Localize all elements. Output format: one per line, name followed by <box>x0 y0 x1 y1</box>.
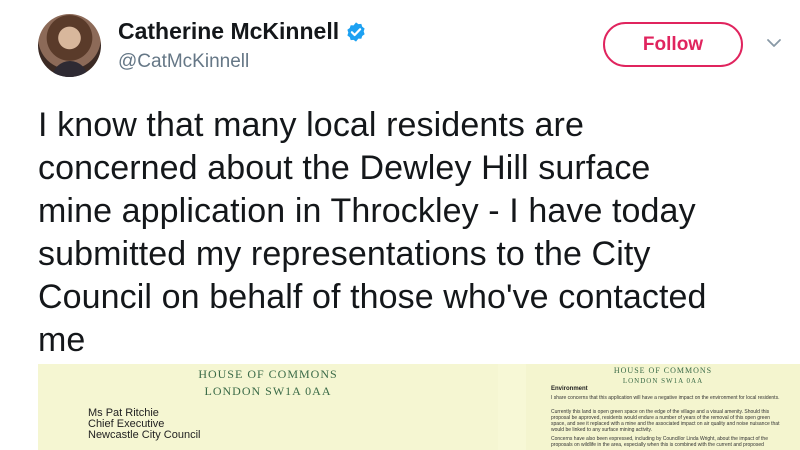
display-name[interactable]: Catherine McKinnell <box>118 18 339 45</box>
user-info[interactable]: Catherine McKinnell @CatMcKinnell <box>118 18 367 73</box>
recipient-address: Ms Pat Ritchie Chief Executive Newcastle… <box>88 408 200 441</box>
letter-paragraph: Currently this land is open green space … <box>551 409 780 433</box>
tweet-header: Catherine McKinnell @CatMcKinnell Follow <box>38 12 788 82</box>
letter-paragraph: I share concerns that this application w… <box>551 395 780 401</box>
letter-page-right: HOUSE OF COMMONS LONDON SW1A 0AA Environ… <box>526 364 800 450</box>
tweet-text-line: Council on behalf of those who've contac… <box>38 278 707 316</box>
tweet-media-image[interactable]: HOUSE OF COMMONS LONDON SW1A 0AA Ms Pat … <box>38 364 800 450</box>
tweet-text-line: me <box>38 321 86 359</box>
tweet-text-line: concerned about the Dewley Hill surface <box>38 149 651 187</box>
tweet-text: I know that many local residents are con… <box>38 104 798 362</box>
letter-page-left: HOUSE OF COMMONS LONDON SW1A 0AA Ms Pat … <box>38 364 498 450</box>
chevron-down-icon[interactable] <box>766 36 782 50</box>
letter-paragraph: Concerns have also been expressed, inclu… <box>551 436 768 448</box>
avatar[interactable] <box>38 14 101 77</box>
letterhead-address: LONDON SW1A 0AA <box>204 384 332 398</box>
letterhead-title: HOUSE OF COMMONS <box>198 367 338 381</box>
section-heading: Environment <box>551 386 588 392</box>
letterhead-title: HOUSE OF COMMONS <box>613 366 713 375</box>
tweet-text-line: mine application in Throckley - I have t… <box>38 192 696 230</box>
follow-button[interactable]: Follow <box>603 22 743 67</box>
address-line: Newcastle City Council <box>88 429 201 441</box>
tweet-text-line: submitted my representations to the City <box>38 235 651 273</box>
letterhead-address: LONDON SW1A 0AA <box>622 377 704 385</box>
verified-badge-icon <box>347 21 365 42</box>
user-handle[interactable]: @CatMcKinnell <box>118 51 367 73</box>
tweet-text-line: I know that many local residents are <box>38 106 584 144</box>
